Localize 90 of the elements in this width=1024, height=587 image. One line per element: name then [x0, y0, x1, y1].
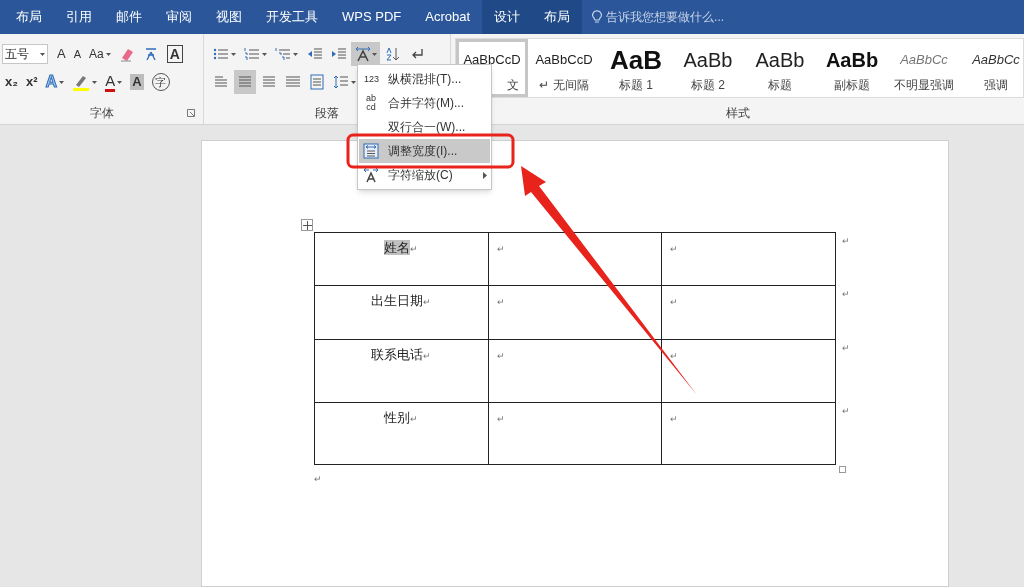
grow-font-button[interactable]: A: [54, 43, 69, 65]
decrease-indent-icon: [306, 46, 322, 62]
paragraph-mark: ↵: [410, 244, 419, 254]
distributed-icon: [309, 74, 325, 90]
cell-text: 联系电话: [371, 347, 424, 362]
highlighter-icon: [72, 73, 91, 91]
glyph-icon: ab cd: [364, 94, 378, 112]
cell-text: 性别: [384, 410, 411, 425]
style-item[interactable]: AaBb 副标题: [816, 39, 888, 97]
font-size-dropdown[interactable]: 五号: [2, 44, 48, 64]
align-center-button[interactable]: [234, 70, 256, 94]
row-end-mark: ↵: [842, 234, 850, 248]
align-left-icon: [213, 74, 229, 90]
caret-icon: [293, 52, 298, 56]
ribbon-tab[interactable]: Acrobat: [413, 0, 483, 34]
cell-text: 出生日期: [371, 293, 424, 308]
superscript-button[interactable]: x²: [23, 71, 41, 93]
paragraph-mark: ↵: [423, 351, 432, 361]
submenu-arrow-icon: [483, 171, 487, 179]
ribbon-tab[interactable]: 邮件: [104, 0, 154, 34]
menu-item[interactable]: 双行合一(W)...: [359, 115, 490, 139]
paragraph-mark: ↵: [496, 244, 505, 254]
shrink-font-button[interactable]: A: [70, 43, 84, 65]
style-item[interactable]: AaBbCc 不明显强调: [888, 39, 960, 97]
ribbon-tab[interactable]: 视图: [204, 0, 254, 34]
caret-icon: [40, 52, 45, 56]
ribbon-tab[interactable]: 设计: [482, 0, 533, 34]
style-item[interactable]: AaBbCcD ↵ 无间隔: [528, 39, 600, 97]
multilevel-list-icon: [275, 46, 291, 62]
ribbon-tab[interactable]: 布局: [532, 0, 583, 34]
justify-icon: [285, 74, 301, 90]
lightbulb-icon: [592, 10, 603, 24]
style-item[interactable]: AaBb 标题 2: [672, 39, 744, 97]
move-icon: [302, 220, 312, 230]
menu-item[interactable]: 调整宽度(I)...: [359, 139, 490, 163]
paragraph-mark: ↵: [410, 414, 419, 424]
paragraph-mark: ↵: [670, 351, 679, 361]
cell-text: 姓名: [384, 240, 411, 255]
width-icon: [363, 143, 379, 159]
caret-icon: [105, 52, 111, 56]
group-label: 样式: [725, 105, 750, 122]
change-case-button[interactable]: Aa: [86, 43, 114, 65]
align-center-icon: [237, 74, 253, 90]
menu-item[interactable]: 字符缩放(C): [359, 163, 490, 187]
ribbon-tab[interactable]: WPS PDF: [330, 0, 414, 34]
paragraph-mark: ↵: [496, 351, 505, 361]
eraser-icon: [118, 46, 135, 62]
ribbon-tab[interactable]: 引用: [54, 0, 104, 34]
caret-icon: [117, 80, 123, 84]
tell-me-field[interactable]: 告诉我您想要做什么...: [582, 0, 725, 34]
align-right-icon: [261, 74, 277, 90]
paragraph-mark: ↵: [670, 297, 679, 307]
caret-icon: [262, 52, 267, 56]
caret-icon: [59, 80, 65, 84]
style-item[interactable]: AaB 标题 1: [600, 39, 672, 97]
bullet-list-icon: [213, 46, 229, 62]
subscript-button[interactable]: x₂: [2, 71, 21, 93]
group-label: 字体: [89, 105, 114, 122]
sort-icon: [385, 46, 401, 62]
ribbon-tab[interactable]: 开发工具: [254, 0, 330, 34]
row-end-mark: ↵: [842, 341, 850, 355]
ribbon-tab[interactable]: 审阅: [154, 0, 204, 34]
glyph-icon: 123: [364, 74, 378, 84]
caret-icon: [92, 80, 98, 84]
paragraph-mark: ↵: [314, 473, 322, 486]
paragraph-mark: ↵: [423, 297, 432, 307]
style-item[interactable]: AaBbCc 强调: [960, 39, 1024, 97]
caret-icon: [372, 52, 377, 56]
ribbon-tab[interactable]: 布局: [4, 0, 54, 34]
increase-indent-icon: [330, 46, 346, 62]
character-shading-button[interactable]: A: [127, 71, 147, 93]
row-end-mark: ↵: [842, 287, 850, 301]
style-item[interactable]: AaBb 标题: [744, 39, 816, 97]
paragraph-mark: ↵: [670, 244, 679, 254]
group-label: 段落: [315, 105, 339, 122]
caret-icon: [231, 52, 236, 56]
paragraph-mark: ↵: [496, 414, 505, 424]
resize-handle[interactable]: [839, 466, 846, 473]
asian-layout-icon: [354, 46, 370, 62]
asian-layout-button[interactable]: [351, 42, 380, 66]
line-spacing-icon: [333, 74, 349, 90]
row-end-mark: ↵: [842, 404, 850, 418]
paragraph-mark: ↵: [670, 414, 679, 424]
caret-icon: [351, 80, 356, 84]
move-handle[interactable]: [301, 219, 313, 231]
font-color-button[interactable]: A: [102, 71, 126, 93]
numbered-list-icon: [244, 46, 260, 62]
paragraph-mark: ↵: [496, 297, 505, 307]
dialog-launcher-icon: [187, 109, 195, 117]
scale-icon: [363, 167, 379, 183]
